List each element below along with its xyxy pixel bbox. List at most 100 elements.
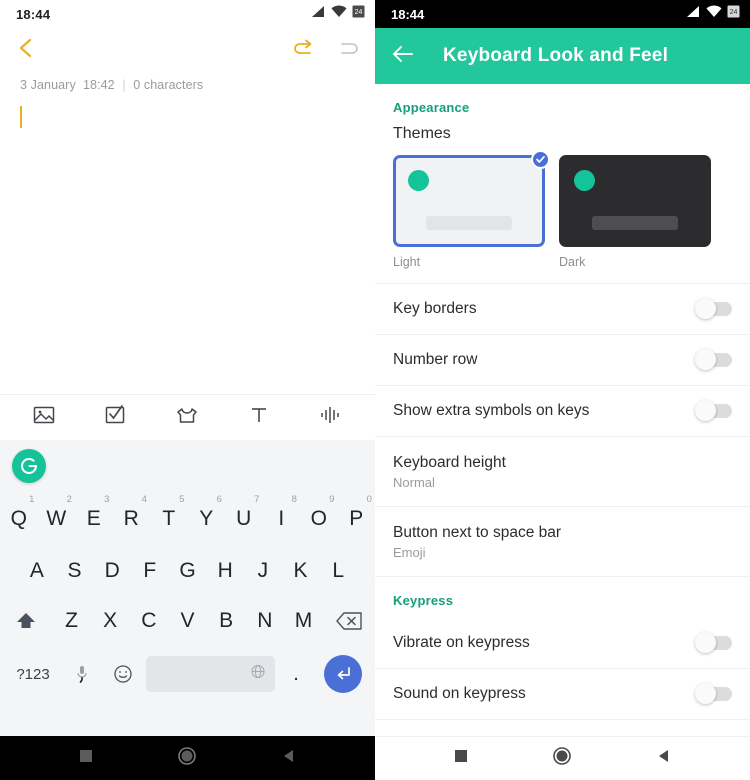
key-f[interactable]: F	[131, 546, 169, 596]
key-s[interactable]: S	[56, 546, 94, 596]
audio-icon[interactable]	[317, 403, 343, 432]
key-q[interactable]: 1Q	[0, 492, 38, 546]
key-w-number: 2	[66, 494, 72, 505]
backspace-icon[interactable]	[323, 596, 375, 646]
key-c[interactable]: C	[130, 596, 169, 646]
emoji-key[interactable]	[104, 663, 142, 685]
keyboard-suggestion-bar	[0, 440, 375, 492]
key-g[interactable]: G	[169, 546, 207, 596]
key-t[interactable]: 5T	[150, 492, 188, 546]
key-u-number: 7	[254, 494, 260, 505]
row-labels: Button next to space bar Emoji	[393, 524, 561, 560]
triangle-back-icon[interactable]	[281, 748, 297, 769]
setting-row-extra-symbols[interactable]: Show extra symbols on keys	[375, 386, 750, 437]
wifi-icon	[706, 5, 722, 23]
toggle-vibrate-on-keypress[interactable]	[695, 632, 732, 653]
key-z[interactable]: Z	[52, 596, 91, 646]
grammarly-icon[interactable]	[12, 449, 46, 483]
back-chevron-icon[interactable]	[16, 36, 36, 65]
keyboard-row-2: A S D F G H J K L	[0, 546, 375, 596]
key-x[interactable]: X	[91, 596, 130, 646]
arrow-back-icon[interactable]	[391, 44, 415, 69]
triangle-back-icon[interactable]	[656, 748, 672, 769]
toggle-key-borders[interactable]	[695, 298, 732, 319]
key-l[interactable]: L	[319, 546, 357, 596]
setting-row-number-row[interactable]: Number row	[375, 335, 750, 386]
key-w[interactable]: 2W	[38, 492, 76, 546]
key-y[interactable]: 6Y	[188, 492, 226, 546]
status-bar-clock: 18:44	[16, 6, 51, 22]
note-editor-screen: 18:44 24 3 January 18:42 | 0 characters …	[0, 0, 375, 780]
key-b[interactable]: B	[207, 596, 246, 646]
setting-title: Sound on keypress	[393, 685, 526, 702]
key-p[interactable]: 0P	[338, 492, 376, 546]
key-r-number: 4	[141, 494, 147, 505]
toggle-thumb	[695, 632, 716, 653]
home-circle-icon[interactable]	[177, 746, 197, 771]
toggle-extra-symbols[interactable]	[695, 400, 732, 421]
nav-bar-right	[375, 736, 750, 780]
toggle-number-row[interactable]	[695, 349, 732, 370]
row-labels: Number row	[393, 351, 477, 369]
setting-row-vibrate-on-keypress[interactable]: Vibrate on keypress	[375, 618, 750, 669]
settings-list[interactable]: Appearance Themes Light Dark Key borders…	[375, 84, 750, 736]
period-key[interactable]: .	[279, 663, 313, 686]
key-o[interactable]: 9O	[300, 492, 338, 546]
enter-key[interactable]	[317, 655, 369, 693]
key-q-number: 1	[29, 494, 35, 505]
key-v[interactable]: V	[168, 596, 207, 646]
key-h[interactable]: H	[206, 546, 244, 596]
battery-icon: 24	[352, 5, 365, 23]
key-m[interactable]: M	[284, 596, 323, 646]
theme-option-dark[interactable]: Dark	[559, 155, 711, 269]
key-u[interactable]: 7U	[225, 492, 263, 546]
key-q-label: Q	[10, 507, 27, 530]
setting-title: Show extra symbols on keys	[393, 402, 590, 419]
key-e[interactable]: 3E	[75, 492, 113, 546]
key-a[interactable]: A	[18, 546, 56, 596]
page-title: Keyboard Look and Feel	[443, 45, 669, 66]
theme-space-bar-preview	[592, 216, 678, 230]
signal-icon	[311, 5, 326, 23]
toggle-sound-on-keypress[interactable]	[695, 683, 732, 704]
nav-bar-left	[0, 736, 375, 780]
note-text-area[interactable]	[0, 92, 375, 394]
setting-row-sound-on-keypress[interactable]: Sound on keypress	[375, 669, 750, 720]
sticker-icon[interactable]	[174, 403, 200, 432]
toggle-thumb	[695, 298, 716, 319]
mic-comma-key[interactable]	[64, 665, 100, 683]
setting-row-key-borders[interactable]: Key borders	[375, 284, 750, 335]
text-icon[interactable]	[248, 403, 270, 432]
globe-icon[interactable]	[251, 664, 265, 684]
svg-text:24: 24	[730, 9, 738, 16]
key-j[interactable]: J	[244, 546, 282, 596]
shift-icon[interactable]	[0, 596, 52, 646]
theme-space-bar-preview	[426, 216, 512, 230]
key-n[interactable]: N	[245, 596, 284, 646]
theme-preview-dark	[559, 155, 711, 247]
key-k[interactable]: K	[282, 546, 320, 596]
image-icon[interactable]	[32, 403, 56, 432]
svg-text:24: 24	[355, 9, 363, 16]
key-r[interactable]: 4R	[113, 492, 151, 546]
theme-name-light: Light	[393, 255, 421, 269]
setting-row-keyboard-height[interactable]: Keyboard height Normal	[375, 437, 750, 507]
home-circle-icon[interactable]	[552, 746, 572, 771]
setting-row-partial-below-fold[interactable]	[375, 720, 750, 736]
recents-square-icon[interactable]	[454, 749, 468, 768]
theme-option-light[interactable]: Light	[393, 150, 550, 269]
symbols-key[interactable]: ?123	[6, 666, 60, 683]
note-time: 18:42	[82, 78, 115, 92]
space-key[interactable]	[146, 656, 275, 692]
setting-row-button-next-to-space-bar[interactable]: Button next to space bar Emoji	[375, 507, 750, 577]
note-meta: 3 January 18:42 | 0 characters	[0, 72, 375, 92]
redo-icon[interactable]	[337, 39, 359, 62]
undo-icon[interactable]	[293, 39, 315, 62]
key-i[interactable]: 8I	[263, 492, 301, 546]
recents-square-icon[interactable]	[79, 749, 93, 768]
setting-title: Number row	[393, 351, 478, 368]
checklist-icon[interactable]	[103, 403, 127, 432]
key-d[interactable]: D	[93, 546, 131, 596]
key-e-number: 3	[104, 494, 110, 505]
key-i-label: I	[278, 507, 285, 530]
